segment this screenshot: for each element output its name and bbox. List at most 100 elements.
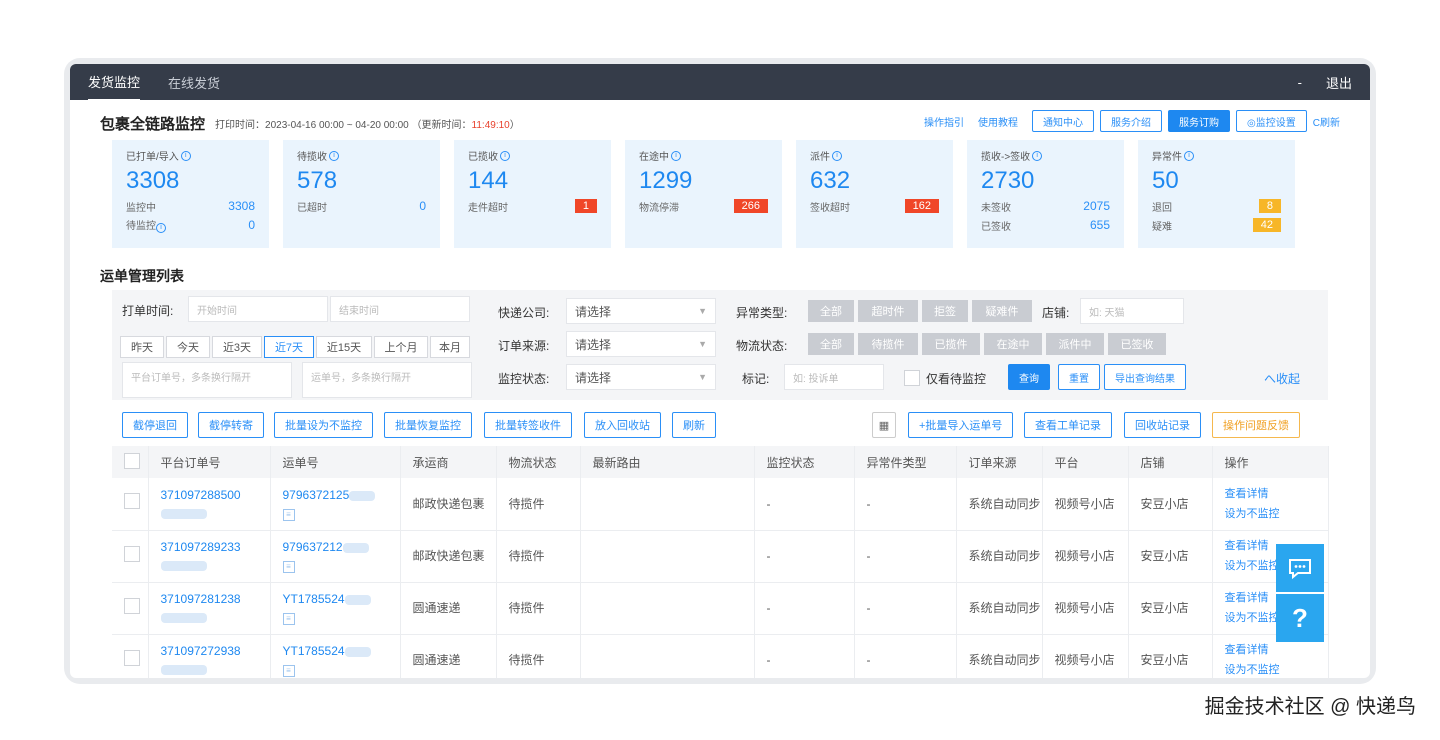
abnormal-chip-rejected[interactable]: 拒签 bbox=[922, 300, 968, 322]
start-time-input[interactable]: 开始时间 bbox=[188, 296, 328, 322]
batch-resume-monitor-button[interactable]: 批量恢复监控 bbox=[384, 412, 472, 438]
view-ticket-records-button[interactable]: 查看工单记录 bbox=[1024, 412, 1112, 438]
row-checkbox[interactable] bbox=[124, 493, 140, 510]
logout-link[interactable]: 退出 bbox=[1326, 73, 1352, 92]
abnormal-chip-timeout[interactable]: 超时件 bbox=[858, 300, 918, 322]
quick-last-month[interactable]: 上个月 bbox=[374, 336, 428, 358]
monitor-status-select[interactable]: 请选择 ▼ bbox=[566, 364, 716, 390]
info-icon: i bbox=[832, 150, 842, 161]
service-intro-button[interactable]: 服务介绍 bbox=[1100, 110, 1163, 132]
minimize-dash[interactable]: - bbox=[1298, 75, 1302, 90]
column-header: 平台订单号 bbox=[148, 446, 271, 478]
abnormal-chip-all[interactable]: 全部 bbox=[808, 300, 854, 322]
table-row: 371097281238 YT1785524 ≡ 圆通速递 待揽件 - - 系统自… bbox=[112, 582, 1329, 635]
express-company-select[interactable]: 请选择 ▼ bbox=[566, 298, 716, 324]
unmonitor-link[interactable]: 设为不监控 bbox=[1225, 660, 1328, 678]
order-number-link[interactable]: 371097272938 bbox=[161, 644, 241, 658]
document-icon[interactable]: ≡ bbox=[282, 508, 295, 521]
column-settings-icon[interactable]: ▦ bbox=[872, 412, 896, 438]
quick-today[interactable]: 今天 bbox=[166, 336, 210, 358]
redacted-text bbox=[160, 612, 207, 623]
mark-input[interactable]: 如: 投诉单 bbox=[784, 364, 884, 390]
app-window: 发货监控 在线发货 - 退出 包裹全链路监控 打印时间：2023-04-16 0… bbox=[70, 64, 1370, 678]
tutorial-link[interactable]: 使用教程 bbox=[978, 114, 1018, 129]
unmonitor-link[interactable]: 设为不监控 bbox=[1225, 504, 1328, 524]
collapse-link[interactable]: へ收起 bbox=[1264, 370, 1300, 387]
stat-card-printed[interactable]: 已打单/导入 i 3308 监控中 3308 待监控 i 0 bbox=[112, 140, 269, 248]
row-checkbox[interactable] bbox=[124, 649, 140, 666]
select-all-checkbox[interactable] bbox=[124, 452, 140, 469]
logistics-chip-pending[interactable]: 待揽件 bbox=[858, 333, 918, 355]
abnormal-chip-difficult[interactable]: 疑难件 bbox=[972, 300, 1032, 322]
quick-yesterday[interactable]: 昨天 bbox=[120, 336, 164, 358]
stat-card-in-transit[interactable]: 在途中 i 1299 物流停滞 266 bbox=[625, 140, 782, 248]
guide-link[interactable]: 操作指引 bbox=[924, 114, 964, 129]
move-to-recycle-button[interactable]: 放入回收站 bbox=[584, 412, 661, 438]
stat-card-delivering[interactable]: 派件 i 632 签收超时 162 bbox=[796, 140, 953, 248]
intercept-return-button[interactable]: 截停退回 bbox=[122, 412, 188, 438]
table-row: 371097272938 YT1785524 ≡ 圆通速递 待揽件 - - 系统自… bbox=[112, 634, 1329, 678]
view-details-link[interactable]: 查看详情 bbox=[1225, 484, 1328, 504]
document-icon[interactable]: ≡ bbox=[282, 561, 295, 573]
document-icon[interactable]: ≡ bbox=[282, 665, 295, 677]
quick-15days[interactable]: 近15天 bbox=[316, 336, 372, 358]
express-company-label: 快递公司: bbox=[498, 306, 550, 320]
stat-card-picked-up[interactable]: 已揽收 i 144 走件超时 1 bbox=[454, 140, 611, 248]
abnormal-cell: - bbox=[854, 582, 957, 635]
reset-button[interactable]: 重置 bbox=[1058, 364, 1100, 390]
info-icon: i bbox=[500, 150, 510, 161]
export-results-button[interactable]: 导出查询结果 bbox=[1104, 364, 1186, 390]
order-number-link[interactable]: 371097288500 bbox=[161, 488, 241, 502]
page-title: 包裹全链路监控 bbox=[100, 115, 206, 133]
logistics-chip-transit[interactable]: 在途中 bbox=[984, 333, 1042, 355]
notification-center-button[interactable]: 通知中心 bbox=[1032, 110, 1095, 132]
order-number-link[interactable]: 371097281238 bbox=[161, 592, 241, 606]
shop-input[interactable]: 如: 天猫 bbox=[1080, 298, 1184, 324]
chat-support-icon[interactable] bbox=[1276, 544, 1324, 592]
intercept-forward-button[interactable]: 截停转寄 bbox=[198, 412, 264, 438]
stat-card-pickup-to-sign[interactable]: 揽收->签收 i 2730 未签收 2075 已签收 655 bbox=[967, 140, 1124, 248]
batch-import-waybill-button[interactable]: +批量导入运单号 bbox=[908, 412, 1014, 438]
redacted-text bbox=[349, 490, 376, 501]
waybill-number-textarea[interactable]: 运单号，多条换行隔开 bbox=[302, 362, 472, 398]
waybill-number-link[interactable]: 9796372125 bbox=[283, 488, 350, 502]
order-number-textarea[interactable]: 平台订单号，多条换行隔开 bbox=[122, 362, 292, 398]
monitor-settings-button[interactable]: ◎监控设置 bbox=[1236, 110, 1307, 132]
quick-3days[interactable]: 近3天 bbox=[212, 336, 262, 358]
waybill-number-link[interactable]: 979637212 bbox=[283, 540, 343, 554]
update-time: 11:49:10 bbox=[471, 119, 510, 131]
query-button[interactable]: 查询 bbox=[1008, 364, 1050, 390]
quick-7days[interactable]: 近7天 bbox=[264, 336, 314, 358]
logistics-chip-picked[interactable]: 已揽件 bbox=[922, 333, 980, 355]
table-row: 371097288500 9796372125 ≡ 邮政快递包裹 待揽件 - - … bbox=[112, 478, 1329, 531]
view-details-link[interactable]: 查看详情 bbox=[1225, 640, 1328, 660]
batch-sign-button[interactable]: 批量转签收件 bbox=[484, 412, 572, 438]
tab-online-shipping[interactable]: 在线发货 bbox=[168, 65, 220, 100]
waybill-number-link[interactable]: YT1785524 bbox=[283, 592, 345, 606]
feedback-button[interactable]: 操作问题反馈 bbox=[1212, 412, 1300, 438]
stat-card-pending-pickup[interactable]: 待揽收 i 578 已超时 0 bbox=[283, 140, 440, 248]
order-number-link[interactable]: 371097289233 bbox=[161, 540, 241, 554]
refresh-link[interactable]: C刷新 bbox=[1313, 114, 1340, 129]
shop-cell: 安豆小店 bbox=[1128, 478, 1213, 531]
quick-this-month[interactable]: 本月 bbox=[430, 336, 470, 358]
only-pending-checkbox[interactable] bbox=[904, 370, 920, 386]
tab-shipment-monitor[interactable]: 发货监控 bbox=[88, 64, 141, 101]
document-icon[interactable]: ≡ bbox=[282, 613, 295, 625]
logistics-chip-signed[interactable]: 已签收 bbox=[1108, 333, 1166, 355]
row-checkbox[interactable] bbox=[124, 597, 140, 614]
service-order-button[interactable]: 服务订购 bbox=[1168, 110, 1231, 132]
logistics-chip-all[interactable]: 全部 bbox=[808, 333, 854, 355]
platform-cell: 视频号小店 bbox=[1042, 530, 1129, 583]
recycle-records-button[interactable]: 回收站记录 bbox=[1124, 412, 1201, 438]
logistics-chip-delivering[interactable]: 派件中 bbox=[1046, 333, 1104, 355]
info-icon: i bbox=[1184, 150, 1194, 161]
order-source-select[interactable]: 请选择 ▼ bbox=[566, 331, 716, 357]
stat-card-abnormal[interactable]: 异常件 i 50 退回 8 疑难 42 bbox=[1138, 140, 1295, 248]
row-checkbox[interactable] bbox=[124, 545, 140, 562]
end-time-input[interactable]: 结束时间 bbox=[330, 296, 470, 322]
refresh-button[interactable]: 刷新 bbox=[672, 412, 716, 438]
help-question-icon[interactable]: ? bbox=[1276, 594, 1324, 642]
waybill-number-link[interactable]: YT1785524 bbox=[283, 644, 345, 658]
batch-unmonitor-button[interactable]: 批量设为不监控 bbox=[274, 412, 373, 438]
